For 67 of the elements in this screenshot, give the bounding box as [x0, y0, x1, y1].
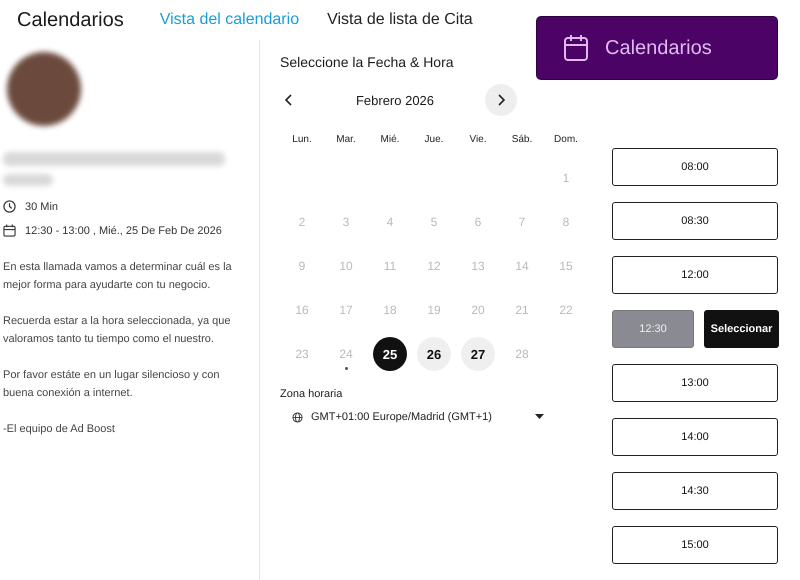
weekday-label: Lun. — [291, 134, 313, 147]
calendar-day[interactable]: 8 — [549, 205, 583, 239]
calendar-day[interactable]: 19 — [417, 293, 451, 327]
calendar-day[interactable]: 6 — [461, 205, 495, 239]
calendar-day[interactable]: 1 — [549, 161, 583, 195]
globe-icon — [292, 412, 303, 422]
time-slot[interactable]: 12:00 — [612, 256, 778, 294]
chevron-left-icon — [284, 93, 294, 107]
appointment-time-text: 12:30 - 13:00 , Mié., 25 De Feb De 2026 — [25, 224, 222, 236]
calendar-day[interactable]: 15 — [549, 249, 583, 283]
calendar-day[interactable]: 17 — [329, 293, 363, 327]
time-slot[interactable]: 15:00 — [612, 526, 778, 564]
section-title: Seleccione la Fecha & Hora — [280, 54, 455, 70]
view-tab[interactable]: Vista de lista de Cita — [327, 11, 473, 29]
calendar-day[interactable]: 24 — [329, 337, 363, 371]
calendar-day[interactable]: 3 — [329, 205, 363, 239]
description-paragraph: Por favor estáte en un lugar silencioso y con buena conexión a internet. — [3, 368, 220, 401]
weekday-label: Mié. — [380, 134, 400, 147]
clock-icon — [3, 200, 16, 213]
weekday-label: Mar. — [335, 134, 357, 147]
calendar-day[interactable]: 14 — [505, 249, 539, 283]
timezone-dropdown[interactable]: GMT+01:00 Europe/Madrid (GMT+1) — [280, 410, 550, 424]
calendar-day[interactable]: 13 — [461, 249, 495, 283]
view-tab[interactable]: Vista del calendario — [160, 11, 300, 29]
page-title: Calendarios — [17, 8, 124, 32]
calendar-day[interactable]: 28 — [505, 337, 539, 371]
calendar-day[interactable]: 12 — [417, 249, 451, 283]
time-slot[interactable]: 14:00 — [612, 418, 778, 456]
calendar-icon — [563, 34, 589, 62]
calendar-day[interactable]: 20 — [461, 293, 495, 327]
time-slot[interactable]: 12:30 — [612, 310, 694, 348]
next-month-button[interactable] — [485, 84, 517, 116]
weekday-label: Jue. — [424, 134, 444, 147]
calendar-day[interactable]: 18 — [373, 293, 407, 327]
duration-text: 30 Min — [25, 200, 58, 212]
calendar-day[interactable]: 10 — [329, 249, 363, 283]
dropdown-caret-icon — [535, 414, 544, 420]
weekday-label: Dom. — [553, 134, 579, 147]
time-slot[interactable]: 14:30 — [612, 472, 778, 510]
calendar-day[interactable]: 23 — [285, 337, 319, 371]
calendar-day[interactable]: 4 — [373, 205, 407, 239]
calendar-day[interactable]: 21 — [505, 293, 539, 327]
blurred-name-placeholder — [3, 174, 53, 186]
time-slot[interactable]: 08:30 — [612, 202, 778, 240]
description-paragraph: -El equipo de Ad Boost — [3, 422, 116, 437]
calendar-day[interactable]: 16 — [285, 293, 319, 327]
calendar-day[interactable]: 2 — [285, 205, 319, 239]
time-slot[interactable]: 13:00 — [612, 364, 778, 402]
calendar-day[interactable]: 9 — [285, 249, 319, 283]
description-paragraph: En esta llamada vamos a determinar cuál es la mejor forma para ayudarte con tu negocio. — [3, 260, 233, 293]
calendar-day[interactable]: 22 — [549, 293, 583, 327]
calendars-button[interactable]: Calendarios — [536, 16, 778, 80]
chevron-right-icon — [496, 93, 506, 107]
month-label: Febrero 2026 — [354, 92, 436, 108]
description-paragraph: Recuerda estar a la hora seleccionada, ya que valoramos tanto tu tiempo como el nuestro. — [3, 314, 232, 347]
calendar-icon — [3, 224, 16, 237]
calendar-day[interactable]: 5 — [417, 205, 451, 239]
calendar-day[interactable]: 26 — [417, 337, 451, 371]
time-slot[interactable]: 08:00 — [612, 148, 778, 186]
calendar-day[interactable]: 25 — [373, 337, 407, 371]
select-button[interactable]: Seleccionar — [704, 310, 779, 348]
timezone-label: Zona horaria — [280, 388, 344, 400]
calendar-day[interactable]: 27 — [461, 337, 495, 371]
weekday-label: Vie. — [468, 134, 488, 147]
weekday-label: Sáb. — [510, 134, 534, 147]
calendar-day[interactable]: 11 — [373, 249, 407, 283]
calendar-day[interactable]: 7 — [505, 205, 539, 239]
